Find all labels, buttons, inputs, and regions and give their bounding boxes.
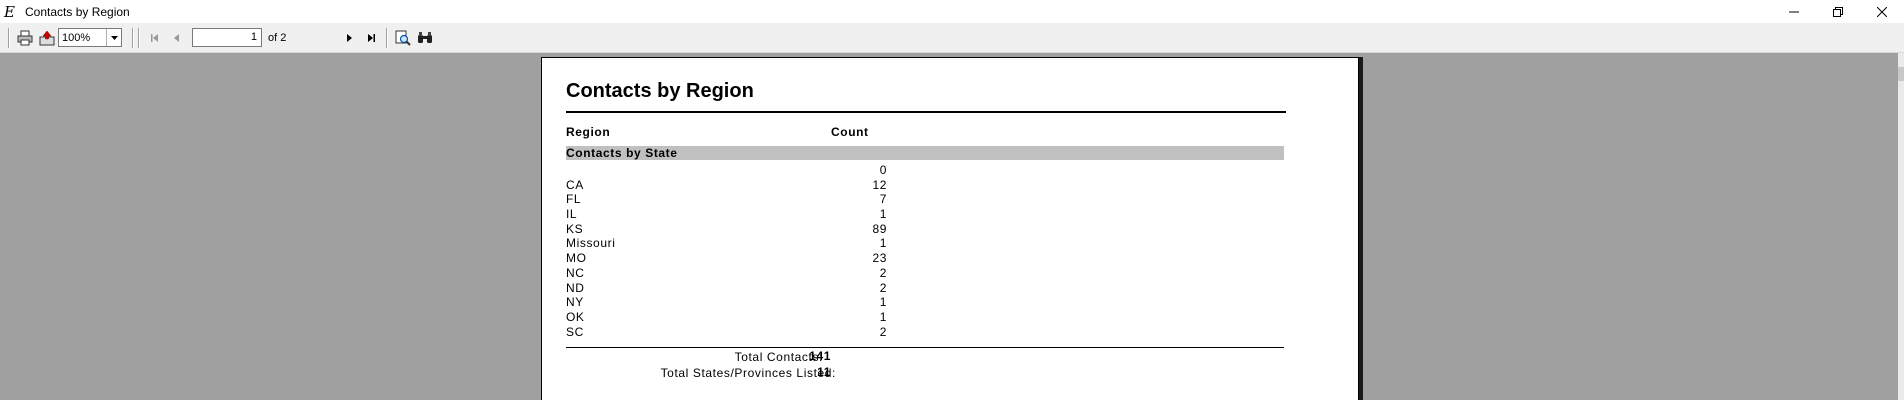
- close-button[interactable]: [1860, 0, 1904, 23]
- table-row: NY 1: [566, 295, 966, 310]
- region-cell: ND: [566, 280, 585, 295]
- chevron-down-icon: [110, 35, 118, 40]
- page-count-label: of 2: [268, 31, 287, 44]
- prev-page-icon: [174, 33, 179, 42]
- table-row: OK 1: [566, 310, 966, 325]
- count-cell: 7: [879, 192, 887, 207]
- toolbar-separator: [386, 27, 388, 48]
- table-row: MO 23: [566, 251, 966, 266]
- vertical-scrollbar[interactable]: [1898, 53, 1904, 400]
- group-label: Contacts by State: [566, 146, 678, 160]
- close-icon: [1877, 6, 1887, 17]
- next-page-icon: [347, 33, 352, 42]
- restore-button[interactable]: [1816, 0, 1860, 23]
- minimize-button[interactable]: [1772, 0, 1816, 23]
- region-cell: CA: [566, 177, 584, 192]
- count-cell: 1: [879, 236, 887, 251]
- region-cell: KS: [566, 221, 584, 236]
- region-cell: MO: [566, 251, 587, 266]
- zoom-select[interactable]: 100%: [58, 28, 122, 47]
- zoom-dropdown-button[interactable]: [106, 29, 121, 46]
- count-cell: 23: [872, 251, 887, 266]
- toolbar-separator: [138, 27, 140, 48]
- toolbar-grip: [8, 27, 10, 48]
- count-cell: 1: [879, 295, 887, 310]
- window-title: Contacts by Region: [25, 4, 130, 19]
- count-cell: 89: [872, 221, 887, 236]
- table-row: CA 12: [566, 178, 966, 193]
- total-contacts-value: 141: [809, 349, 831, 363]
- region-cell: Missouri: [566, 236, 616, 251]
- zoom-page-icon: [395, 30, 411, 46]
- table-row: ND 2: [566, 281, 966, 296]
- region-cell: NC: [566, 265, 585, 280]
- group-header: Contacts by State: [566, 146, 1284, 160]
- export-button[interactable]: [36, 27, 58, 49]
- report-title: Contacts by Region: [566, 80, 754, 102]
- zoom-page-button[interactable]: [392, 27, 414, 49]
- page-number-input[interactable]: 1: [192, 28, 262, 47]
- first-page-icon: [151, 33, 158, 42]
- find-icon: [418, 31, 432, 43]
- count-cell: 1: [879, 207, 887, 222]
- count-cell: 2: [879, 265, 887, 280]
- column-header-count: Count: [831, 125, 869, 139]
- printer-icon: [17, 30, 33, 45]
- count-cell: 2: [879, 324, 887, 339]
- count-cell: 2: [879, 280, 887, 295]
- report-viewer[interactable]: Contacts by Region Region Count Contacts…: [0, 53, 1904, 400]
- data-rows: 0 CA 12 FL 7 IL 1 KS 89 Missouri 1 MO 23 NC 2 N…: [566, 163, 966, 339]
- zoom-value: 100%: [62, 31, 91, 44]
- count-cell: 12: [872, 177, 887, 192]
- report-page: Contacts by Region Region Count Contacts…: [541, 57, 1359, 400]
- scrollbar-thumb[interactable]: [1898, 67, 1904, 81]
- table-row: Missouri 1: [566, 236, 966, 251]
- restore-icon: [1833, 6, 1843, 17]
- next-page-button[interactable]: [338, 27, 360, 49]
- app-icon: E: [4, 2, 15, 21]
- last-page-button[interactable]: [360, 27, 382, 49]
- column-header-region: Region: [566, 125, 611, 139]
- table-row: IL 1: [566, 207, 966, 222]
- table-row: NC 2: [566, 266, 966, 281]
- region-cell: OK: [566, 309, 585, 324]
- count-cell: 0: [879, 163, 887, 177]
- print-button[interactable]: [14, 27, 36, 49]
- table-row: FL 7: [566, 192, 966, 207]
- toolbar-separator: [132, 27, 134, 48]
- totals-divider: [566, 347, 1284, 348]
- table-row: KS 89: [566, 222, 966, 237]
- region-cell: FL: [566, 192, 582, 207]
- first-page-button[interactable]: [144, 27, 166, 49]
- export-icon: [39, 30, 55, 45]
- region-cell: IL: [566, 207, 578, 222]
- toolbar: 100% 1 of 2: [0, 23, 1904, 53]
- region-cell: NY: [566, 295, 584, 310]
- prev-page-button[interactable]: [166, 27, 188, 49]
- table-row: 0: [566, 163, 966, 178]
- find-button[interactable]: [414, 27, 436, 49]
- title-divider: [566, 111, 1286, 113]
- region-cell: SC: [566, 324, 584, 339]
- table-row: SC 2: [566, 325, 966, 340]
- window-controls: [1772, 0, 1904, 23]
- total-states-value: 11: [817, 365, 831, 379]
- count-cell: 1: [879, 309, 887, 324]
- title-bar: E Contacts by Region: [0, 0, 1904, 23]
- last-page-icon: [368, 33, 375, 42]
- minimize-icon: [1789, 11, 1799, 12]
